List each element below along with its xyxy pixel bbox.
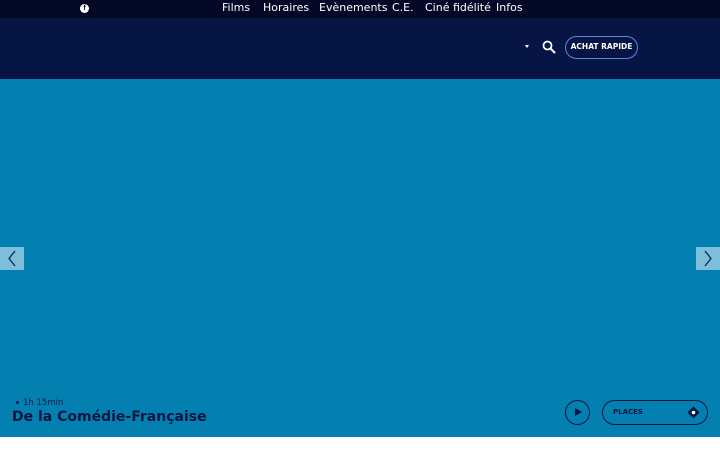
search-icon[interactable] (542, 40, 556, 54)
film-duration: 1h 15min (16, 398, 63, 408)
film-duration-text: 1h 15min (23, 398, 64, 408)
carousel-prev-button[interactable] (0, 247, 24, 270)
nav-item-evenements[interactable]: Evènements (319, 0, 387, 16)
nav-item-ce[interactable]: C.E. (392, 0, 414, 16)
play-icon (575, 408, 582, 416)
nav-item-horaires[interactable]: Horaires (263, 0, 309, 16)
bullet-icon (16, 401, 19, 404)
carousel-next-button[interactable] (696, 247, 720, 270)
page-bottom (0, 437, 720, 450)
film-title[interactable]: De la Comédie-Française (12, 409, 207, 425)
places-label: PLACES (613, 408, 643, 416)
hero-banner (0, 79, 720, 437)
places-button[interactable]: PLACES (602, 400, 708, 425)
nav-item-infos[interactable]: Infos (496, 0, 523, 16)
achat-rapide-button[interactable]: ACHAT RAPIDE (565, 36, 638, 59)
chevron-left-icon (8, 250, 16, 267)
chevron-right-icon (704, 250, 712, 267)
ticket-icon (687, 406, 700, 419)
nav-item-films[interactable]: Films (222, 0, 250, 16)
play-trailer-button[interactable] (565, 400, 590, 425)
facebook-icon[interactable]: f (80, 4, 89, 13)
nav-item-cine-fidelite[interactable]: Ciné fidélité (425, 0, 491, 16)
chevron-down-icon[interactable] (525, 45, 529, 48)
